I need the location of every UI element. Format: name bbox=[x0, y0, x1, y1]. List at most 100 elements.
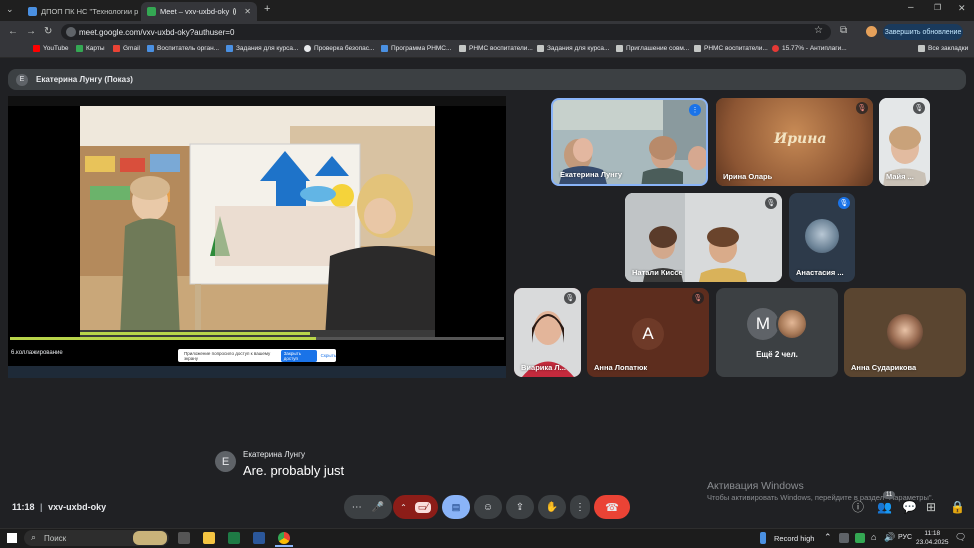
maximize-icon[interactable]: ❐ bbox=[934, 4, 941, 12]
update-label: Завершить обновление bbox=[884, 28, 962, 36]
more-participants-label: Ещё 2 чел. bbox=[756, 350, 798, 359]
forward-icon[interactable]: → bbox=[26, 27, 36, 37]
participant-tile[interactable]: Виарика Л... 🎙 bbox=[514, 288, 581, 377]
clock-time: 11:18 bbox=[924, 530, 941, 537]
taskbar-clock[interactable]: 11:18 23.04.2025 bbox=[916, 529, 949, 547]
video-progress-bar[interactable] bbox=[10, 337, 504, 340]
back-icon[interactable]: ← bbox=[8, 27, 18, 37]
bookmark-9[interactable]: Приглашение совм... bbox=[616, 45, 689, 52]
network-icon[interactable]: ⌂ bbox=[871, 532, 876, 542]
participant-tile[interactable]: Майя ... 🎙 bbox=[879, 98, 930, 186]
page-icon bbox=[381, 45, 388, 52]
close-window-icon[interactable]: ✕ bbox=[958, 4, 966, 13]
taskbar-search[interactable]: ⌕ Поиск bbox=[24, 530, 169, 546]
emoji-button[interactable]: ☺ bbox=[474, 495, 502, 519]
shared-screen[interactable]: 6.коллажирование Приложение попросило до… bbox=[8, 96, 506, 378]
mic-off-icon: 🎙 bbox=[913, 102, 925, 114]
new-tab-icon[interactable]: + bbox=[264, 4, 270, 15]
participant-avatar bbox=[887, 314, 923, 350]
close-tab-icon[interactable]: ✕ bbox=[244, 7, 251, 16]
language-indicator[interactable]: РУС bbox=[898, 534, 912, 541]
bookmark-3[interactable]: Воспитатель орган... bbox=[147, 45, 219, 52]
reload-icon[interactable]: ↻ bbox=[44, 27, 52, 37]
more-options-mic-button[interactable]: ⋯ 🎤 bbox=[344, 495, 392, 519]
all-bookmarks[interactable]: Все закладки bbox=[918, 45, 968, 52]
bookmark-gmail[interactable]: Gmail bbox=[113, 45, 140, 52]
raise-hand-button[interactable]: ✋ bbox=[538, 495, 566, 519]
notifications-icon[interactable]: 🗨 bbox=[955, 532, 966, 543]
more-participants-tile[interactable]: М Ещё 2 чел. bbox=[716, 288, 838, 377]
camera-button[interactable]: ⌃ ▭⁄ bbox=[393, 495, 438, 519]
hide-button[interactable]: Скрыть bbox=[321, 353, 336, 358]
participant-tile[interactable]: Анастасия ... 🎙 bbox=[789, 193, 855, 282]
tab-search-icon[interactable]: ⌄ bbox=[6, 5, 14, 14]
bookmark-8[interactable]: Задания для курса... bbox=[537, 45, 609, 52]
bookmark-youtube[interactable]: YouTube bbox=[33, 45, 69, 52]
screen-caption: 6.коллажирование bbox=[11, 350, 63, 356]
minimize-icon[interactable]: – bbox=[908, 3, 914, 13]
participant-tile[interactable]: А Анна Лопатюк 🎙 bbox=[587, 288, 709, 377]
participant-tile[interactable]: Анна Сударикова bbox=[844, 288, 966, 377]
file-explorer-icon[interactable] bbox=[203, 532, 215, 544]
bookmark-10[interactable]: РНМС воспитатели... bbox=[694, 45, 768, 52]
url-text: meet.google.com/vxv-uxbd-oky?authuser=0 bbox=[79, 27, 235, 37]
more-vert-icon: ⋮ bbox=[575, 501, 585, 513]
leave-call-button[interactable]: ☎ bbox=[594, 495, 630, 519]
stop-sharing-button[interactable]: Закрыть доступ bbox=[280, 349, 317, 362]
people-icon[interactable]: 👥 bbox=[877, 501, 892, 513]
mic-off-icon: 🎙 bbox=[838, 197, 850, 209]
excel-icon[interactable] bbox=[228, 532, 240, 544]
extensions-icon[interactable]: ⧉ bbox=[840, 26, 847, 36]
presenter-bar: Е Екатерина Лунгу (Показ) bbox=[8, 69, 966, 90]
participant-tile[interactable]: Ирина Ирина Оларь 🎙 bbox=[716, 98, 873, 186]
tray-chevron-icon[interactable]: ⌃ bbox=[824, 532, 832, 543]
recording-dot-icon bbox=[233, 8, 237, 15]
bookmark-label: Все закладки bbox=[928, 45, 969, 52]
end-call-icon: ☎ bbox=[605, 501, 619, 514]
bookmark-label: Приглашение совм... bbox=[626, 45, 690, 52]
bookmark-label: Проверка безопас... bbox=[314, 45, 375, 52]
bookmark-label: РНМС воспитатели... bbox=[469, 45, 533, 52]
activities-icon[interactable]: ⊞ bbox=[926, 501, 936, 513]
participant-tile[interactable]: Екатерина Лунгу ⋮ bbox=[551, 98, 708, 186]
present-button[interactable]: ⇪ bbox=[506, 495, 534, 519]
captions-button[interactable]: ▤ bbox=[442, 495, 470, 519]
more-options-button[interactable]: ⋮ bbox=[570, 495, 590, 519]
page-icon bbox=[304, 45, 311, 52]
page-icon bbox=[459, 45, 466, 52]
start-icon[interactable] bbox=[7, 533, 17, 543]
host-controls-icon[interactable]: 🔒 bbox=[950, 501, 965, 513]
tab-dpop[interactable]: ДПОП ПК НС "Технологии ра ✕ bbox=[22, 2, 138, 21]
participant-name: Натали Киссе bbox=[632, 268, 683, 277]
share-notice-text: Приложение попросило доступ к вашему экр… bbox=[184, 350, 271, 361]
bookmark-4[interactable]: Задания для курса... bbox=[226, 45, 298, 52]
meet-favicon-icon bbox=[147, 7, 156, 16]
update-button[interactable]: Завершить обновление bbox=[883, 24, 963, 40]
weather-text[interactable]: Record high bbox=[774, 534, 814, 543]
bookmark-7[interactable]: РНМС воспитатели... bbox=[459, 45, 533, 52]
bookmark-5[interactable]: Проверка безопас... bbox=[304, 45, 374, 52]
bookmark-star-icon[interactable]: ☆ bbox=[814, 25, 823, 36]
task-view-icon[interactable] bbox=[178, 532, 190, 544]
windows-activation-title: Активация Windows bbox=[707, 480, 804, 492]
bookmark-maps[interactable]: Карты bbox=[76, 45, 105, 52]
tray-app-icon[interactable] bbox=[855, 533, 865, 543]
bookmark-label: Задания для курса... bbox=[236, 45, 299, 52]
bookmark-11[interactable]: 15.77% - Антиплаги... bbox=[772, 45, 847, 52]
word-icon[interactable] bbox=[253, 532, 265, 544]
chrome-icon[interactable] bbox=[278, 532, 290, 544]
participant-tile[interactable]: Натали Киссе 🎙 bbox=[625, 193, 782, 282]
tray-app-icon[interactable] bbox=[839, 533, 849, 543]
presentation-video bbox=[80, 106, 435, 338]
bookmark-label: YouTube bbox=[43, 45, 69, 52]
meeting-info-icon[interactable]: ⓘ bbox=[852, 501, 864, 513]
profile-avatar[interactable] bbox=[866, 26, 877, 37]
site-info-icon[interactable] bbox=[66, 27, 76, 37]
bookmark-6[interactable]: Программа РНМС... bbox=[381, 45, 451, 52]
chat-icon[interactable]: 💬 bbox=[902, 501, 917, 513]
tab-meet[interactable]: Meet – vxv-uxbd-oky ✕ bbox=[141, 2, 257, 21]
volume-icon[interactable]: 🔊 bbox=[884, 532, 895, 543]
windows-activation-subtitle: Чтобы активировать Windows, перейдите в … bbox=[707, 493, 934, 502]
address-bar[interactable]: meet.google.com/vxv-uxbd-oky?authuser=0 … bbox=[61, 24, 831, 40]
share-notice: Приложение попросило доступ к вашему экр… bbox=[178, 349, 336, 362]
